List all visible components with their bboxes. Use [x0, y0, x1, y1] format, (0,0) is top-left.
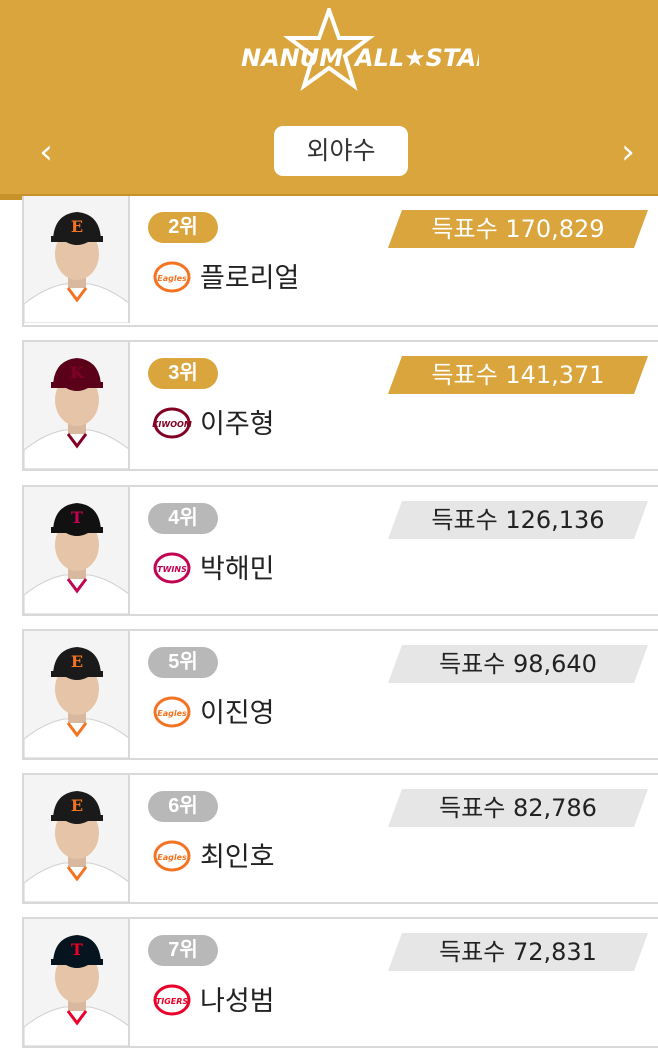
player-card[interactable]: E 2위 Eagles 플로리얼 득표수 170,829 — [22, 196, 658, 327]
vote-number: 126,136 — [505, 506, 605, 534]
rank-badge: 5위 — [148, 647, 218, 678]
vote-count-badge: 득표수 98,640 — [388, 645, 648, 683]
svg-text:T: T — [71, 508, 83, 527]
vote-count-badge: 득표수 141,371 — [388, 356, 648, 394]
player-card[interactable]: K 3위 KIWOOM 이주형 득표수 141,371 — [22, 340, 658, 471]
svg-text:T: T — [71, 940, 83, 959]
svg-text:Eagles: Eagles — [157, 709, 187, 718]
vote-number: 141,371 — [505, 361, 605, 389]
svg-text:E: E — [71, 652, 83, 671]
player-photo: E — [24, 631, 130, 758]
vote-count-badge: 득표수 126,136 — [388, 501, 648, 539]
vote-label: 득표수 — [431, 361, 498, 389]
player-name: 플로리얼 — [200, 263, 300, 294]
player-card[interactable]: T 7위 TIGERS 나성범 득표수 72,831 — [22, 917, 658, 1048]
vote-number: 170,829 — [505, 215, 605, 243]
vote-label: 득표수 — [439, 794, 506, 822]
kiwoom-logo: KIWOOM — [152, 406, 192, 440]
header-banner: NANUM ALL★STAR ‹ 외야수 › — [0, 0, 658, 200]
player-name: 박해민 — [200, 554, 275, 585]
tigers-logo: TIGERS — [152, 983, 192, 1017]
vote-label: 득표수 — [439, 650, 506, 678]
rank-badge: 7위 — [148, 935, 218, 966]
svg-text:ALL★STAR: ALL★STAR — [353, 44, 479, 72]
player-card[interactable]: E 6위 Eagles 최인호 득표수 82,786 — [22, 773, 658, 904]
svg-text:NANUM: NANUM — [241, 44, 343, 72]
rank-badge: 3위 — [148, 358, 218, 389]
vote-label: 득표수 — [431, 506, 498, 534]
player-name: 나성범 — [200, 986, 275, 1017]
player-photo: E — [24, 775, 130, 902]
vote-number: 72,831 — [512, 938, 597, 966]
player-card[interactable]: E 5위 Eagles 이진영 득표수 98,640 — [22, 629, 658, 760]
eagles-logo: Eagles — [152, 260, 192, 294]
player-photo: T — [24, 487, 130, 614]
player-photo: E — [24, 196, 130, 323]
vote-count-badge: 득표수 170,829 — [388, 210, 648, 248]
eagles-logo: Eagles — [152, 839, 192, 873]
svg-text:E: E — [71, 217, 83, 236]
category-selector[interactable]: 외야수 — [274, 126, 408, 176]
chevron-right-icon[interactable]: › — [608, 132, 648, 172]
vote-count-badge: 득표수 82,786 — [388, 789, 648, 827]
svg-text:Eagles: Eagles — [157, 853, 187, 862]
svg-text:K: K — [70, 363, 85, 382]
svg-text:TWINS: TWINS — [157, 565, 187, 574]
player-photo: K — [24, 342, 130, 469]
player-name: 이주형 — [200, 409, 275, 440]
player-card[interactable]: T 4위 TWINS 박해민 득표수 126,136 — [22, 485, 658, 616]
svg-text:KIWOOM: KIWOOM — [152, 420, 192, 429]
player-photo: T — [24, 919, 130, 1046]
rank-badge: 2위 — [148, 212, 218, 243]
rank-badge: 4위 — [148, 503, 218, 534]
svg-text:TIGERS: TIGERS — [156, 997, 189, 1006]
vote-label: 득표수 — [439, 938, 506, 966]
eagles-logo: Eagles — [152, 695, 192, 729]
rank-badge: 6위 — [148, 791, 218, 822]
player-name: 최인호 — [200, 842, 275, 873]
svg-text:E: E — [71, 796, 83, 815]
vote-label: 득표수 — [431, 215, 498, 243]
vote-number: 98,640 — [512, 650, 597, 678]
player-name: 이진영 — [200, 698, 275, 729]
allstar-star-icon: NANUM ALL★STAR — [241, 8, 479, 92]
nanum-allstar-logo: NANUM ALL★STAR — [0, 8, 658, 100]
vote-number: 82,786 — [512, 794, 597, 822]
svg-text:Eagles: Eagles — [157, 274, 187, 283]
vote-count-badge: 득표수 72,831 — [388, 933, 648, 971]
twins-logo: TWINS — [152, 551, 192, 585]
chevron-left-icon[interactable]: ‹ — [26, 132, 66, 172]
